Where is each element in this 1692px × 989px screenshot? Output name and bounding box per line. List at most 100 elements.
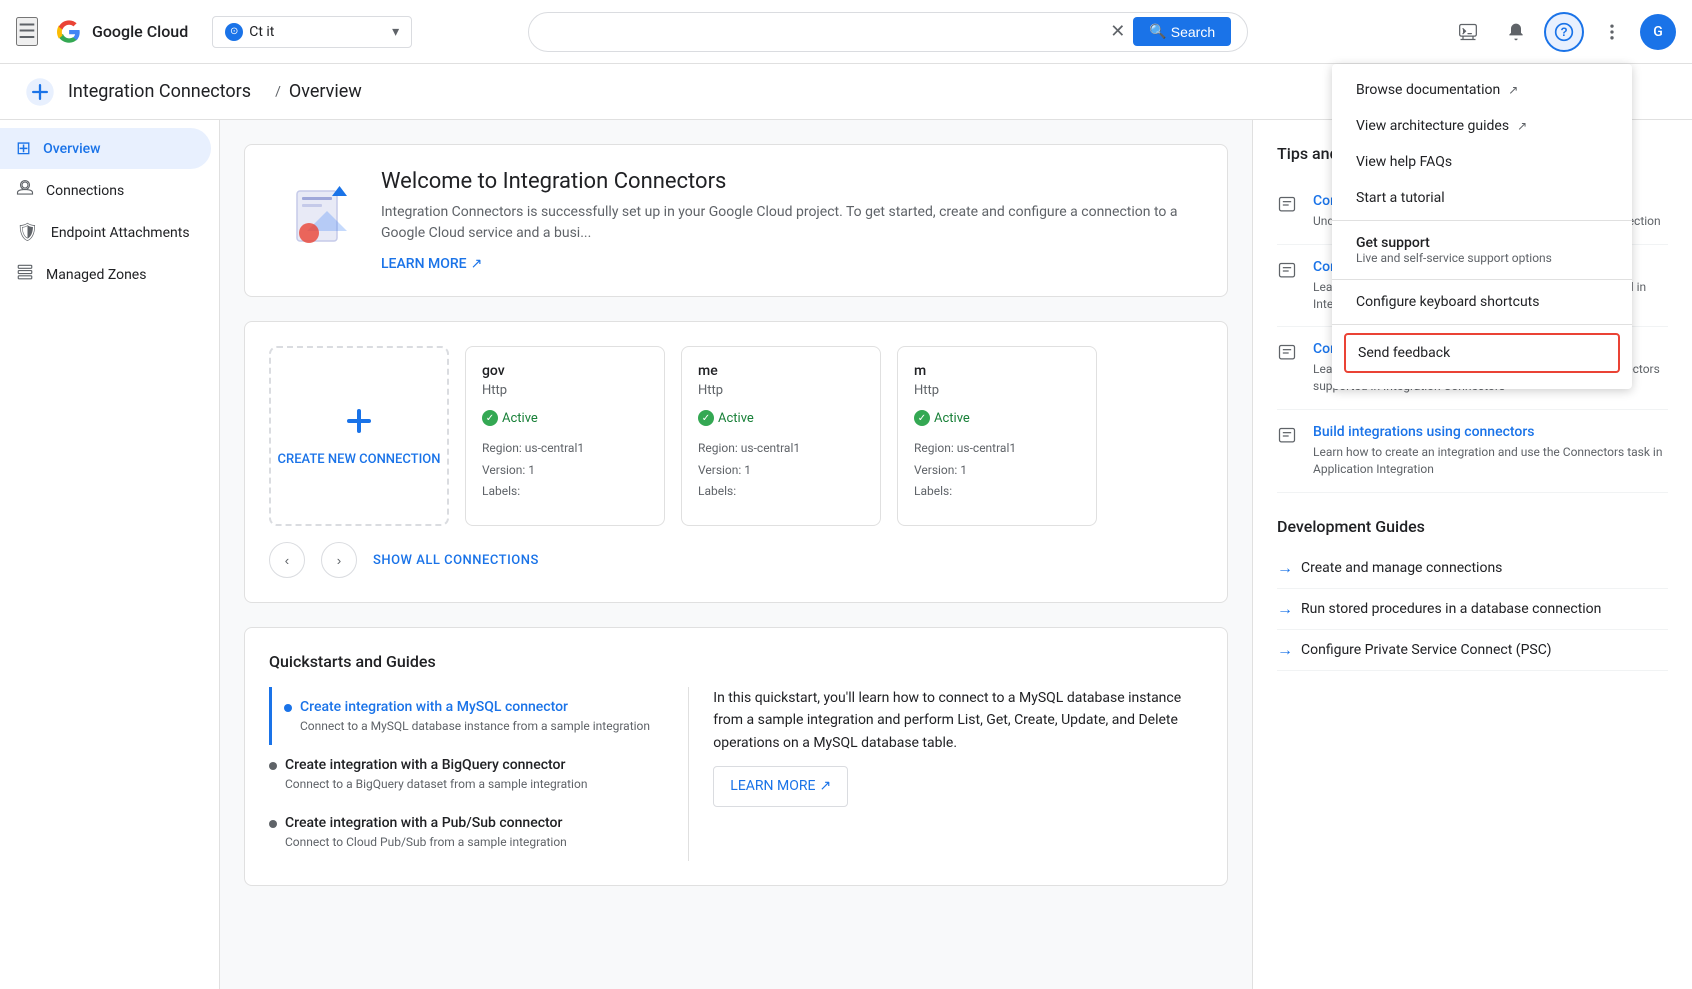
help-divider-2 <box>1332 279 1632 280</box>
connection-type-2: Http <box>914 383 1080 398</box>
quickstarts-section: Quickstarts and Guides Create integratio… <box>244 627 1228 886</box>
hamburger-menu[interactable]: ☰ <box>16 17 38 46</box>
tip-item-3: Build integrations using connectors Lear… <box>1277 410 1668 493</box>
labels-2: Labels: <box>914 481 1080 503</box>
quickstart-title-1: Create integration with a BigQuery conne… <box>285 757 587 773</box>
connection-card-1[interactable]: me Http ✓ Active Region: us-central1 Ver… <box>681 346 881 526</box>
sidebar-item-overview[interactable]: ⊞ Overview <box>0 128 211 169</box>
user-avatar[interactable]: G <box>1640 14 1676 50</box>
dev-guide-arrow-2: → <box>1277 640 1293 660</box>
create-new-label: CREATE NEW CONNECTION <box>278 452 441 467</box>
tip-content-3: Build integrations using connectors Lear… <box>1313 424 1668 478</box>
search-input[interactable] <box>545 24 1110 40</box>
top-navigation: ☰ Google Cloud ⊙ Ct it ▾ ✕ 🔍 Search ? <box>0 0 1692 64</box>
quickstart-item-1[interactable]: Create integration with a BigQuery conne… <box>269 745 664 803</box>
nav-actions: ? G <box>1448 12 1676 52</box>
quickstart-learn-more-btn[interactable]: LEARN MORE ↗ <box>713 766 848 806</box>
learn-more-link[interactable]: LEARN MORE ↗ <box>381 256 482 272</box>
quickstart-item-0[interactable]: Create integration with a MySQL connecto… <box>269 687 664 745</box>
project-selector[interactable]: ⊙ Ct it ▾ <box>212 16 412 48</box>
start-tutorial-label: Start a tutorial <box>1356 190 1445 206</box>
project-icon: ⊙ <box>225 23 243 41</box>
quickstart-desc-0: Connect to a MySQL database instance fro… <box>300 719 650 733</box>
search-clear-btn[interactable]: ✕ <box>1110 21 1125 42</box>
connection-type-0: Http <box>482 383 648 398</box>
tip-title-3[interactable]: Build integrations using connectors <box>1313 424 1668 440</box>
welcome-title: Welcome to Integration Connectors <box>381 169 1195 194</box>
get-support-label: Get support <box>1356 235 1552 251</box>
welcome-description: Integration Connectors is successfully s… <box>381 202 1195 244</box>
connection-name-1: me <box>698 363 864 379</box>
view-faqs-label: View help FAQs <box>1356 154 1452 170</box>
get-support-item[interactable]: Get support Live and self-service suppor… <box>1332 225 1632 275</box>
quickstarts-layout: Create integration with a MySQL connecto… <box>269 687 1203 861</box>
version-2: Version: 1 <box>914 460 1080 482</box>
search-button[interactable]: 🔍 Search <box>1133 17 1231 46</box>
project-name: Ct it <box>249 24 274 40</box>
connection-meta-1: Region: us-central1 Version: 1 Labels: <box>698 438 864 503</box>
browse-documentation-item[interactable]: Browse documentation ↗ <box>1332 72 1632 108</box>
learn-more-label: LEARN MORE <box>381 256 467 272</box>
quickstart-bullet-1: Create integration with a BigQuery conne… <box>269 757 664 791</box>
view-arch-ext-icon: ↗ <box>1517 119 1527 133</box>
version-1: Version: 1 <box>698 460 864 482</box>
sidebar: ⊞ Overview Connections 🛡 Endpoint Attach… <box>0 120 220 989</box>
sidebar-item-endpoint-attachments[interactable]: 🛡 Endpoint Attachments <box>0 212 211 253</box>
create-new-connection-card[interactable]: CREATE NEW CONNECTION <box>269 346 449 526</box>
help-dropdown: Browse documentation ↗ View architecture… <box>1332 64 1632 389</box>
status-badge-0: ✓ Active <box>482 410 648 426</box>
screen-share-btn[interactable] <box>1448 12 1488 52</box>
quickstart-title-2: Create integration with a Pub/Sub connec… <box>285 815 567 831</box>
quickstart-item-content-0: Create integration with a MySQL connecto… <box>300 699 650 733</box>
get-support-sub: Live and self-service support options <box>1356 251 1552 265</box>
connection-type-1: Http <box>698 383 864 398</box>
search-label: Search <box>1171 24 1215 40</box>
quickstart-item-content-2: Create integration with a Pub/Sub connec… <box>285 815 567 849</box>
quickstart-bullet-2: Create integration with a Pub/Sub connec… <box>269 815 664 849</box>
more-options-btn[interactable] <box>1592 12 1632 52</box>
connection-name-2: m <box>914 363 1080 379</box>
tip-icon-1 <box>1277 261 1301 285</box>
welcome-text: Welcome to Integration Connectors Integr… <box>381 169 1195 272</box>
cloud-shell-icon <box>1458 22 1478 42</box>
help-btn[interactable]: ? <box>1544 12 1584 52</box>
service-icon <box>24 76 56 108</box>
managed-zones-icon <box>16 263 34 286</box>
get-support-content: Get support Live and self-service suppor… <box>1356 235 1552 265</box>
browse-docs-ext-icon: ↗ <box>1508 83 1518 97</box>
send-feedback-item[interactable]: Send feedback <box>1344 333 1620 373</box>
dev-guide-item-1[interactable]: → Run stored procedures in a database co… <box>1277 589 1668 630</box>
endpoint-icon: 🛡 <box>16 222 39 243</box>
configure-shortcuts-item[interactable]: Configure keyboard shortcuts <box>1332 284 1632 320</box>
labels-0: Labels: <box>482 481 648 503</box>
show-all-connections-link[interactable]: SHOW ALL CONNECTIONS <box>373 553 539 568</box>
sidebar-label-overview: Overview <box>43 141 100 157</box>
browse-docs-label: Browse documentation <box>1356 82 1500 98</box>
notifications-btn[interactable] <box>1496 12 1536 52</box>
more-vert-icon <box>1602 22 1622 42</box>
dev-guide-arrow-1: → <box>1277 599 1293 619</box>
page-title: Overview <box>289 81 362 102</box>
tip-icon-2 <box>1277 343 1301 367</box>
connection-card-0[interactable]: gov Http ✓ Active Region: us-central1 Ve… <box>465 346 665 526</box>
dev-guide-item-2[interactable]: → Configure Private Service Connect (PSC… <box>1277 630 1668 671</box>
quickstart-title-0: Create integration with a MySQL connecto… <box>300 699 650 715</box>
dev-guide-item-0[interactable]: → Create and manage connections <box>1277 548 1668 589</box>
quickstart-item-2[interactable]: Create integration with a Pub/Sub connec… <box>269 803 664 861</box>
sidebar-item-managed-zones[interactable]: Managed Zones <box>0 253 211 296</box>
connections-grid: CREATE NEW CONNECTION gov Http ✓ Active … <box>269 346 1203 526</box>
carousel-next-btn[interactable]: › <box>321 542 357 578</box>
status-dot-2: ✓ <box>914 410 930 426</box>
view-faqs-item[interactable]: View help FAQs <box>1332 144 1632 180</box>
connection-meta-2: Region: us-central1 Version: 1 Labels: <box>914 438 1080 503</box>
carousel-prev-btn[interactable]: ‹ <box>269 542 305 578</box>
view-architecture-item[interactable]: View architecture guides ↗ <box>1332 108 1632 144</box>
quickstart-ext-icon: ↗ <box>819 775 831 797</box>
sidebar-item-connections[interactable]: Connections <box>0 169 211 212</box>
connection-card-2[interactable]: m Http ✓ Active Region: us-central1 Vers… <box>897 346 1097 526</box>
status-label-0: Active <box>502 411 538 426</box>
region-2: Region: us-central1 <box>914 438 1080 460</box>
start-tutorial-item[interactable]: Start a tutorial <box>1332 180 1632 216</box>
quickstart-desc-2: Connect to Cloud Pub/Sub from a sample i… <box>285 835 567 849</box>
sidebar-label-connections: Connections <box>46 183 124 199</box>
